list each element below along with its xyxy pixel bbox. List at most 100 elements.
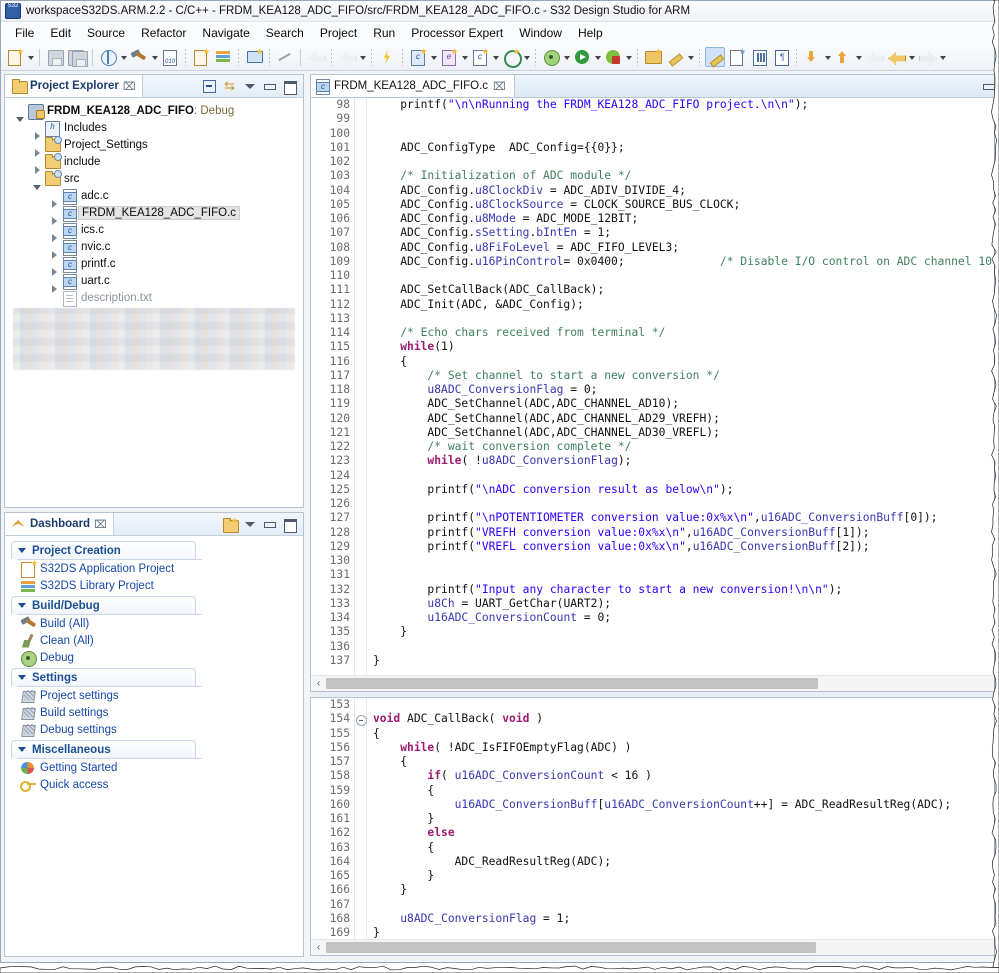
scrollbar-track[interactable] [326, 677, 995, 690]
import-project-icon[interactable] [222, 517, 237, 531]
step-into-icon[interactable] [306, 47, 326, 67]
tab-dashboard[interactable]: Dashboard ⌧ [5, 513, 114, 535]
tree-item-src[interactable]: src [5, 170, 303, 187]
skip-breakpoints-icon[interactable] [275, 47, 295, 67]
forward-dropdown-icon[interactable] [938, 47, 947, 67]
horizontal-scrollbar-top[interactable]: ‹ › [311, 675, 995, 691]
dashboard-item-project-settings[interactable]: Project settings [11, 687, 297, 704]
run-dropdown-icon[interactable] [593, 47, 602, 67]
chevron-down-icon[interactable] [18, 601, 27, 610]
open-folder-icon[interactable] [643, 47, 663, 67]
target-dropdown-icon[interactable] [522, 47, 531, 67]
scroll-left-arrow-icon[interactable]: ‹ [311, 678, 326, 689]
minimize-icon[interactable] [262, 517, 277, 531]
save-icon[interactable] [45, 47, 65, 67]
chevron-down-icon[interactable] [18, 673, 27, 682]
minimize-icon[interactable] [981, 79, 995, 93]
library-stack-icon[interactable] [213, 47, 233, 67]
tree-item-nvic-c[interactable]: nvic.c [5, 238, 303, 255]
block-select-icon[interactable] [727, 47, 747, 67]
chevron-down-icon[interactable] [18, 745, 27, 754]
open-element-dropdown-icon[interactable] [119, 47, 128, 67]
step-over-icon[interactable] [337, 47, 357, 67]
whitespace-icon[interactable] [749, 47, 769, 67]
monitor-icon[interactable] [244, 47, 264, 67]
tab-project-explorer[interactable]: Project Explorer ⌧ [5, 75, 143, 97]
dashboard-item-quick-access[interactable]: Quick access [11, 776, 297, 793]
section-header[interactable]: Project Creation [11, 541, 196, 559]
project-tree[interactable]: FRDM_KEA128_ADC_FIFO: Debug Includes Pro… [5, 98, 303, 507]
menu-project[interactable]: Project [312, 24, 365, 42]
scrollbar-thumb[interactable] [326, 678, 818, 689]
tree-item-includes[interactable]: Includes [5, 119, 303, 136]
view-menu-icon[interactable] [242, 79, 257, 93]
maximize-icon[interactable] [282, 517, 297, 531]
new-wizard-dropdown-icon[interactable] [26, 47, 35, 67]
tree-item-project[interactable]: FRDM_KEA128_ADC_FIFO: Debug [5, 102, 303, 119]
backward-dropdown-icon[interactable] [907, 47, 916, 67]
step-over-dropdown-icon[interactable] [358, 47, 367, 67]
cpp-project-dropdown-icon[interactable] [460, 47, 469, 67]
lightning-icon[interactable] [377, 47, 397, 67]
c-file-icon[interactable] [470, 47, 490, 67]
forward-arrow-icon[interactable] [917, 47, 937, 67]
arrow-down-icon[interactable] [802, 47, 822, 67]
tree-item-include[interactable]: include [5, 153, 303, 170]
dashboard-item-clean-all[interactable]: Clean (All) [11, 632, 297, 649]
c-file-dropdown-icon[interactable] [491, 47, 500, 67]
hammer-icon[interactable] [129, 47, 149, 67]
menu-navigate[interactable]: Navigate [194, 24, 257, 42]
menu-search[interactable]: Search [258, 24, 312, 42]
close-icon[interactable]: ⌧ [493, 80, 506, 93]
fold-collapse-icon[interactable] [356, 715, 367, 726]
section-header[interactable]: Build/Debug [11, 596, 196, 614]
menu-run[interactable]: Run [365, 24, 403, 42]
menu-edit[interactable]: Edit [42, 24, 79, 42]
dashboard-item-s32ds-library-project[interactable]: S32DS Library Project [11, 577, 297, 594]
scroll-left-arrow-icon[interactable]: ‹ [311, 942, 326, 953]
new-file-icon[interactable] [5, 47, 25, 67]
next-annotation-dropdown-icon[interactable] [823, 47, 832, 67]
section-header[interactable]: Miscellaneous [11, 740, 196, 758]
tree-item-adc-c[interactable]: adc.c [5, 187, 303, 204]
run-play-icon[interactable] [572, 47, 592, 67]
menu-refactor[interactable]: Refactor [133, 24, 194, 42]
horizontal-scrollbar-bottom[interactable]: ‹ › [311, 939, 995, 955]
dashboard-item-build-settings[interactable]: Build settings [11, 704, 297, 721]
c-project-dropdown-icon[interactable] [429, 47, 438, 67]
menu-file[interactable]: File [7, 24, 42, 42]
folding-margin-top[interactable] [355, 98, 367, 675]
new-project-icon[interactable] [191, 47, 211, 67]
section-header[interactable]: Settings [11, 668, 196, 686]
c-project-icon[interactable] [408, 47, 428, 67]
folding-margin-bottom[interactable] [355, 698, 367, 939]
debug-dropdown-icon[interactable] [562, 47, 571, 67]
menu-source[interactable]: Source [79, 24, 133, 42]
dashboard-item-s32ds-application-project[interactable]: S32DS Application Project [11, 560, 297, 577]
dashboard-item-debug[interactable]: Debug [11, 649, 297, 666]
menu-help[interactable]: Help [570, 24, 611, 42]
code-text-top[interactable]: printf("\n\nRunning the FRDM_KEA128_ADC_… [367, 98, 995, 675]
binary-icon[interactable] [160, 47, 180, 67]
back-arrow-icon[interactable] [886, 47, 906, 67]
pilcrow-icon[interactable]: ¶ [771, 47, 791, 67]
scrollbar-thumb[interactable] [326, 942, 816, 953]
external-tools-icon[interactable] [603, 47, 623, 67]
view-menu-icon[interactable] [242, 517, 257, 531]
chevron-down-icon[interactable] [18, 546, 27, 555]
arrow-up-icon[interactable] [833, 47, 853, 67]
tree-item-printf-c[interactable]: printf.c [5, 255, 303, 272]
code-text-bottom[interactable]: void ADC_CallBack( void ){ while( !ADC_I… [367, 698, 995, 939]
tree-item-frdm-kea128-adc-fifo-c[interactable]: FRDM_KEA128_ADC_FIFO.c [5, 204, 303, 221]
previous-annotation-dropdown-icon[interactable] [854, 47, 863, 67]
maximize-icon[interactable] [282, 79, 297, 93]
scrollbar-track[interactable] [326, 941, 995, 954]
highlighter-icon[interactable] [705, 47, 725, 67]
minimize-icon[interactable] [262, 79, 277, 93]
editor-tab-frdm-kea128-adc-fifo-c[interactable]: FRDM_KEA128_ADC_FIFO.c ⌧ [311, 75, 515, 97]
dashboard-item-debug-settings[interactable]: Debug settings [11, 721, 297, 738]
tree-item-project-settings[interactable]: Project_Settings [5, 136, 303, 153]
tree-item-ics-c[interactable]: ics.c [5, 221, 303, 238]
external-tools-dropdown-icon[interactable] [624, 47, 633, 67]
globe-icon[interactable] [98, 47, 118, 67]
